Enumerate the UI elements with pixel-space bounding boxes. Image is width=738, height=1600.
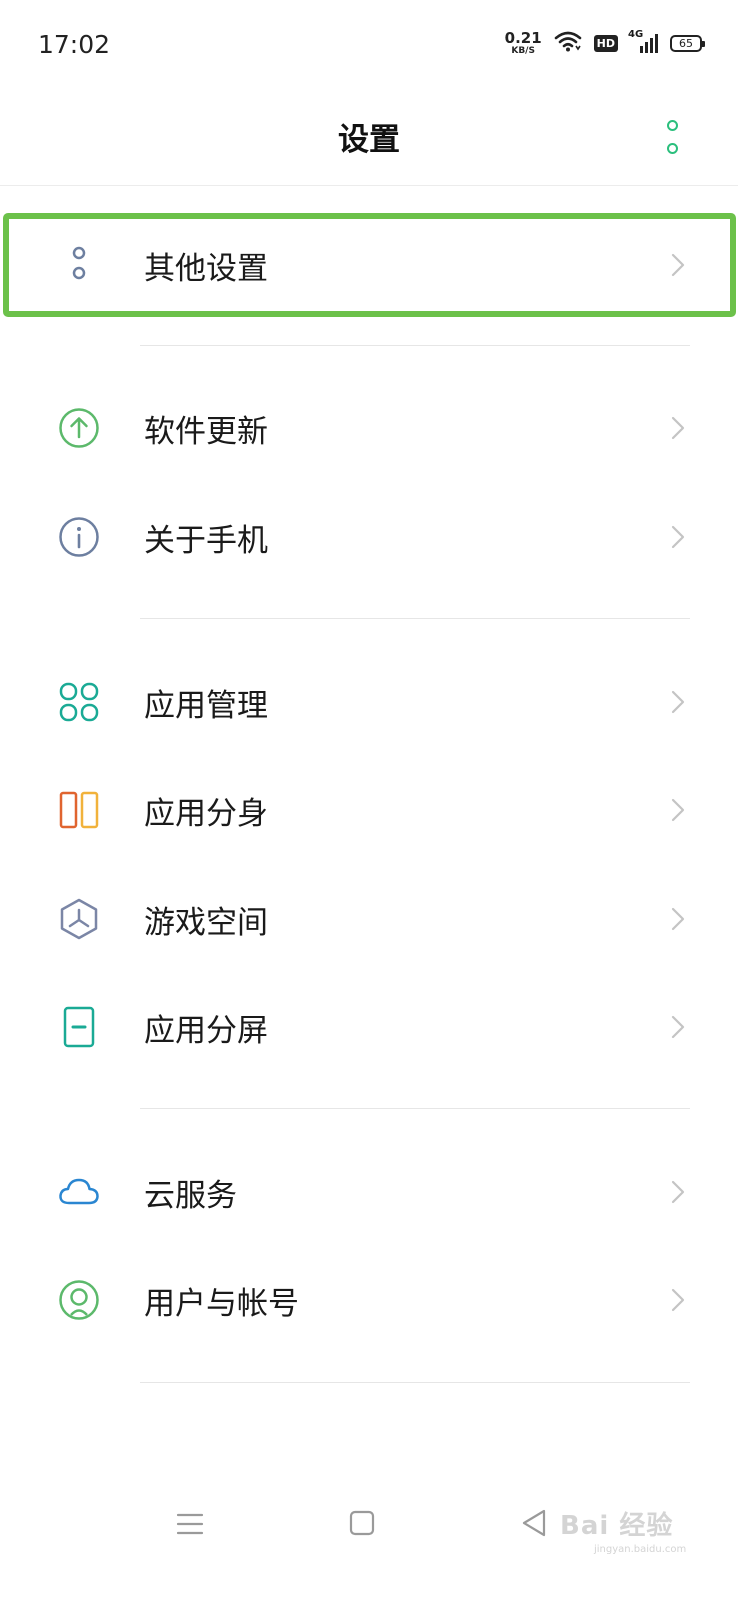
baidu-watermark: Bai 经验 — [560, 1511, 674, 1541]
settings-item-app-clone[interactable]: 应用分身 — [0, 756, 738, 864]
clone-icon — [58, 789, 100, 831]
settings-item-app-management[interactable]: 应用管理 — [0, 648, 738, 756]
settings-item-label: 应用管理 — [144, 687, 268, 724]
section-divider — [140, 618, 690, 619]
network-type: 4G — [628, 29, 644, 40]
settings-item-cloud-service[interactable]: 云服务 — [0, 1138, 738, 1246]
selection-highlight — [3, 213, 736, 317]
app-grid-icon — [58, 681, 100, 723]
back-triangle-icon[interactable] — [520, 1508, 548, 1542]
menu-icon[interactable] — [176, 1510, 204, 1542]
chevron-right-icon — [671, 907, 685, 931]
chevron-right-icon — [671, 690, 685, 714]
settings-item-software-update[interactable]: 软件更新 — [0, 374, 738, 482]
chevron-right-icon — [671, 798, 685, 822]
page-title: 设置 — [338, 122, 400, 158]
hexagon-icon — [58, 898, 100, 940]
chevron-right-icon — [671, 1288, 685, 1312]
cloud-icon — [58, 1171, 100, 1213]
status-time: 17:02 — [38, 30, 111, 59]
settings-item-about-phone[interactable]: 关于手机 — [0, 483, 738, 591]
info-circle-icon — [58, 516, 100, 558]
section-divider — [140, 345, 690, 346]
network-speed-value: 0.21 — [504, 28, 542, 47]
settings-item-label: 应用分屏 — [144, 1012, 268, 1049]
battery-icon: 65 — [670, 34, 705, 52]
network-speed: 0.21 KB/S — [504, 28, 542, 56]
signal-icon: 4G — [628, 29, 658, 54]
hd-badge: HD — [593, 34, 618, 52]
settings-item-label: 用户与帐号 — [144, 1285, 299, 1322]
status-bar: 17:02 0.21 KB/S HD 4G 65 — [0, 0, 738, 90]
more-vertical-icon — [666, 120, 678, 131]
app-header: 设置 — [0, 90, 738, 186]
chevron-right-icon — [671, 1015, 685, 1039]
wifi-icon — [554, 30, 582, 56]
settings-item-label: 软件更新 — [144, 413, 268, 450]
settings-item-label: 应用分身 — [144, 795, 268, 832]
chevron-right-icon — [671, 416, 685, 440]
baidu-watermark-url: jingyan.baidu.com — [594, 1544, 687, 1555]
network-speed-unit: KB/S — [511, 45, 535, 56]
chevron-right-icon — [671, 525, 685, 549]
settings-item-label: 游戏空间 — [144, 904, 268, 941]
section-divider — [140, 1382, 690, 1383]
settings-item-users-accounts[interactable]: 用户与帐号 — [0, 1246, 738, 1354]
battery-level: 65 — [679, 36, 693, 50]
more-vertical-icon-dot — [666, 143, 678, 154]
home-square-icon[interactable] — [349, 1510, 375, 1540]
more-options-button[interactable] — [662, 120, 682, 154]
settings-item-label: 关于手机 — [144, 522, 268, 559]
split-screen-icon — [58, 1006, 100, 1048]
arrow-up-circle-icon — [58, 407, 100, 449]
settings-item-label: 云服务 — [144, 1177, 237, 1214]
status-icons: 0.21 KB/S HD 4G 65 — [504, 28, 705, 56]
chevron-right-icon — [671, 1180, 685, 1204]
settings-item-split-screen[interactable]: 应用分屏 — [0, 973, 738, 1081]
user-circle-icon — [58, 1279, 100, 1321]
section-divider — [140, 1108, 690, 1109]
settings-item-game-space[interactable]: 游戏空间 — [0, 865, 738, 973]
